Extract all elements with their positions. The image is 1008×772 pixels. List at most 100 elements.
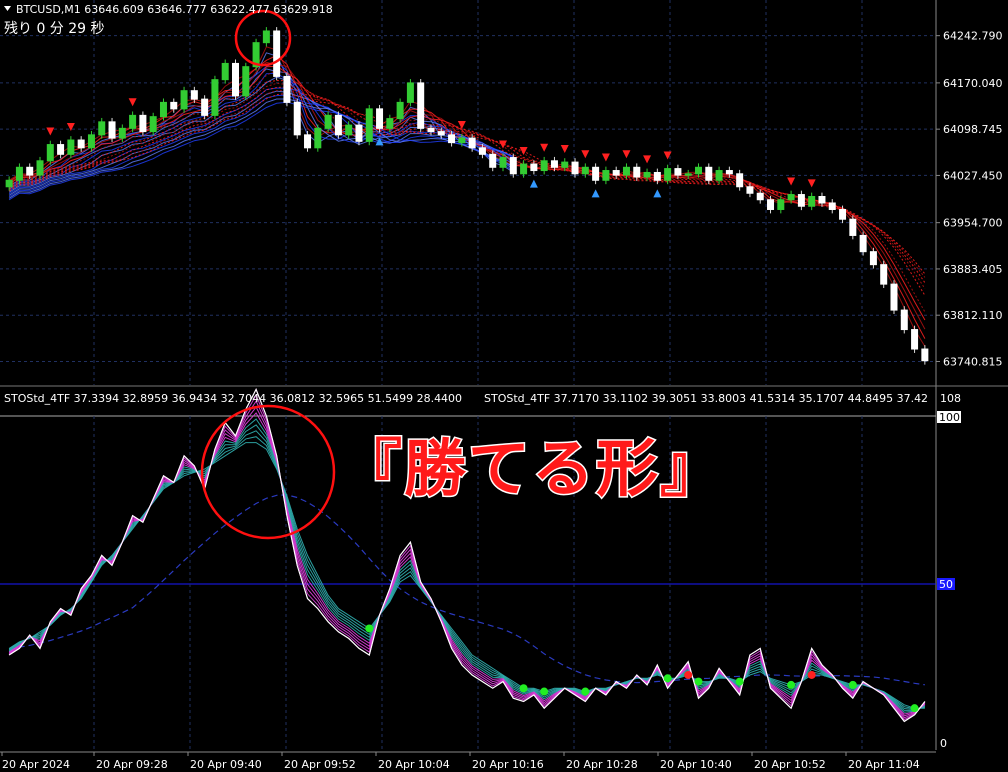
- candle-body: [190, 90, 198, 100]
- time-label: 20 Apr 09:52: [284, 758, 356, 771]
- candle-body: [664, 168, 672, 181]
- candle-body: [900, 309, 908, 331]
- candle-body: [417, 82, 425, 129]
- candle-body: [201, 98, 209, 116]
- candle-body: [674, 168, 682, 176]
- candle-body: [839, 208, 847, 220]
- candle-body: [108, 121, 116, 139]
- chart-canvas: BTCUSD,M1 63646.609 63646.777 63622.477 …: [0, 0, 1008, 771]
- candle-body: [633, 166, 641, 178]
- buy-dot: [910, 704, 919, 713]
- candle-body: [129, 114, 137, 129]
- candle-body: [365, 108, 373, 142]
- buy-dot: [787, 680, 796, 689]
- buy-dot: [519, 684, 528, 693]
- candle-body: [26, 166, 34, 176]
- axis-label-100: 100: [939, 411, 960, 424]
- axis-label-108: 108: [940, 392, 961, 405]
- candle-body: [550, 160, 558, 168]
- candle-body: [304, 134, 312, 149]
- candle-body: [170, 101, 178, 110]
- candle-body: [262, 30, 270, 44]
- candle-body: [46, 144, 54, 162]
- candle-body: [767, 199, 775, 210]
- candle-body: [859, 234, 867, 253]
- candle-body: [77, 139, 85, 149]
- candle-body: [921, 348, 929, 362]
- price-panel-bg: [0, 0, 936, 385]
- buy-dot: [735, 677, 744, 686]
- candle-body: [180, 90, 188, 110]
- candle-body: [355, 124, 363, 142]
- candle-body: [849, 218, 857, 236]
- candle-body: [581, 166, 589, 175]
- candle-body: [695, 166, 702, 175]
- candle-body: [777, 199, 785, 210]
- buy-dot: [694, 677, 703, 686]
- candle-body: [602, 170, 610, 181]
- candle-body: [67, 139, 75, 155]
- candle-body: [36, 160, 44, 176]
- candle-body: [489, 153, 497, 168]
- price-label: 63954.700: [943, 217, 1003, 230]
- candle-body: [622, 166, 630, 176]
- time-label: 20 Apr 10:40: [660, 758, 732, 771]
- annotation-text: 『勝てる形』: [338, 431, 725, 507]
- candle-body: [345, 124, 353, 136]
- time-label: 20 Apr 2024: [2, 758, 70, 771]
- candle-body: [736, 173, 744, 188]
- candle-body: [406, 82, 414, 103]
- candle-body: [911, 329, 919, 350]
- candle-body: [118, 127, 126, 139]
- candle-body: [561, 161, 569, 168]
- time-axis: 20 Apr 2024 20 Apr 09:28 20 Apr 09:40 20 Ap…: [0, 751, 936, 771]
- candle-body: [324, 114, 332, 129]
- price-label: 63740.815: [943, 355, 1003, 368]
- buy-dot: [663, 674, 672, 683]
- candle-body: [232, 62, 239, 97]
- candle-body: [468, 137, 476, 149]
- buy-dot: [581, 687, 590, 696]
- candle-body: [530, 163, 538, 172]
- price-panel[interactable]: BTCUSD,M1 63646.609 63646.777 63622.477 …: [0, 0, 936, 385]
- candle-body: [880, 264, 888, 285]
- time-label: 20 Apr 10:28: [566, 758, 638, 771]
- time-label: 20 Apr 09:28: [96, 758, 168, 771]
- candle-body: [5, 179, 13, 188]
- candle-body: [612, 170, 620, 176]
- candle-body: [787, 194, 795, 201]
- price-label: 64242.790: [943, 30, 1003, 43]
- candle-body: [509, 157, 517, 175]
- candle-body: [520, 163, 528, 175]
- buy-dot: [540, 687, 549, 696]
- candle-body: [808, 196, 816, 207]
- time-label: 20 Apr 11:04: [848, 758, 920, 771]
- candle-body: [725, 170, 733, 175]
- candle-body: [437, 131, 445, 136]
- buy-dot: [365, 624, 374, 633]
- candle-body: [211, 79, 219, 116]
- candle-body: [159, 101, 167, 118]
- candle-body: [746, 186, 754, 194]
- candle-body: [283, 75, 291, 103]
- candle-body: [715, 170, 723, 181]
- candle-body: [386, 118, 394, 129]
- candle-body: [396, 101, 404, 120]
- candle-body: [139, 114, 147, 133]
- time-label: 20 Apr 10:52: [754, 758, 826, 771]
- candle-body: [540, 160, 548, 172]
- candle-body: [87, 134, 95, 149]
- candle-body: [592, 166, 600, 181]
- candle-body: [684, 173, 692, 176]
- candle-body: [869, 251, 877, 266]
- timer-text: 残り 0 分 29 秒: [4, 21, 105, 37]
- candle-body: [376, 108, 384, 129]
- candle-body: [273, 30, 281, 77]
- candle-body: [458, 137, 466, 144]
- candle-body: [828, 202, 836, 210]
- candle-body: [571, 161, 579, 175]
- price-label: 63812.110: [943, 309, 1003, 322]
- candle-body: [478, 147, 486, 155]
- sell-dot: [684, 670, 693, 679]
- candle-body: [221, 62, 229, 81]
